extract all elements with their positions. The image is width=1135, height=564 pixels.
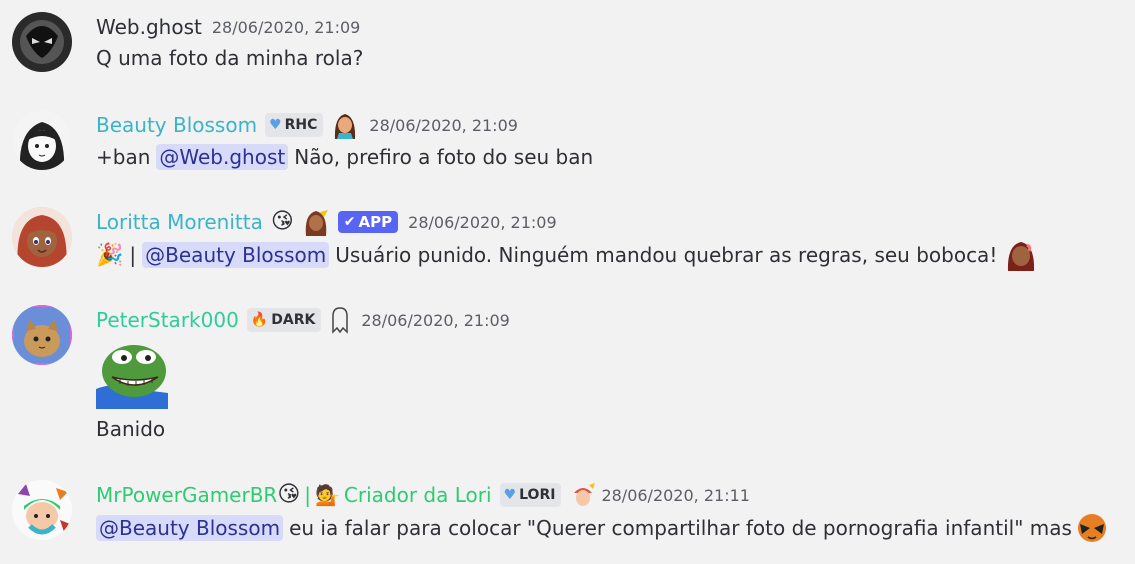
role-tag-label: LORI [519, 487, 556, 503]
message-header: Loritta Morenitta 😘 ✔ APP 28/06/2020, 21… [96, 207, 557, 237]
timestamp[interactable]: 28/06/2020, 21:09 [408, 213, 557, 232]
character-badge-icon [301, 208, 330, 236]
timestamp[interactable]: 28/06/2020, 21:09 [361, 311, 510, 330]
message-text: Usuário punido. Ninguém mandou quebrar a… [335, 243, 998, 267]
role-tag[interactable]: 🔥 DARK [246, 308, 322, 332]
message-content: Banido [96, 417, 165, 441]
timestamp[interactable]: 28/06/2020, 21:09 [212, 18, 361, 37]
separator: | [129, 243, 137, 267]
message-3: Loritta Morenitta 😘 ✔ APP 28/06/2020, 21… [0, 207, 1135, 277]
app-tag-label: APP [358, 213, 393, 231]
avatar[interactable] [12, 12, 72, 72]
message-1: Web.ghost 28/06/2020, 21:09 Q uma foto d… [0, 12, 1135, 82]
message-text: Não, prefiro a foto do seu ban [294, 145, 594, 169]
user-mention[interactable]: @Beauty Blossom [142, 242, 330, 268]
party-popper-icon: 🎉 [96, 242, 124, 268]
username[interactable]: Loritta Morenitta [96, 210, 263, 234]
alien-face-emoji-icon [1075, 512, 1108, 544]
user-title: Criador da Lori [343, 483, 492, 507]
app-tag[interactable]: ✔ APP [337, 211, 399, 233]
character-badge-icon [331, 111, 360, 139]
message-text: eu ia falar para colocar "Querer compart… [289, 516, 1072, 540]
avatar[interactable] [12, 207, 72, 267]
blue-heart-icon: ♥ [269, 117, 282, 133]
blue-heart-icon: ♥ [503, 487, 517, 503]
username[interactable]: Web.ghost [96, 15, 202, 39]
message-content: +ban @Web.ghost Não, prefiro a foto do s… [96, 144, 593, 170]
timestamp[interactable]: 28/06/2020, 21:09 [369, 116, 518, 135]
person-emoji-icon: 💁 [315, 483, 340, 507]
separator: | [304, 483, 312, 507]
checkmark-icon: ✔ [343, 214, 356, 230]
pepe-emoji-sticker[interactable] [96, 337, 168, 409]
character-badge-icon [569, 481, 598, 509]
role-tag-label: DARK [271, 312, 316, 328]
message-prefix: +ban [96, 145, 151, 169]
message-text: Q uma foto da minha rola? [96, 46, 364, 70]
avatar[interactable] [12, 110, 72, 170]
avatar[interactable] [12, 480, 72, 540]
message-header: Web.ghost 28/06/2020, 21:09 [96, 12, 360, 42]
message-5: MrPowerGamerBR 😘 | 💁 Criador da Lori ♥ L… [0, 480, 1135, 550]
user-mention[interactable]: @Web.ghost [156, 144, 289, 170]
role-tag[interactable]: ♥ RHC [265, 113, 324, 137]
message-header: MrPowerGamerBR 😘 | 💁 Criador da Lori ♥ L… [96, 480, 750, 510]
kiss-emoji-icon: 😘 [270, 209, 294, 234]
role-tag[interactable]: ♥ LORI [499, 483, 562, 507]
message-header: Beauty Blossom ♥ RHC 28/06/2020, 21:09 [96, 110, 518, 140]
message-2: Beauty Blossom ♥ RHC 28/06/2020, 21:09 +… [0, 110, 1135, 180]
timestamp[interactable]: 28/06/2020, 21:11 [601, 486, 750, 505]
kiss-emoji-icon: 😘 [277, 482, 301, 507]
fire-icon: 🔥 [250, 312, 269, 328]
message-content: 🎉 | @Beauty Blossom Usuário punido. Ning… [96, 239, 1038, 271]
character-sticker-icon [1005, 239, 1038, 271]
ghost-outline-icon [329, 306, 351, 334]
user-mention[interactable]: @Beauty Blossom [96, 515, 284, 541]
message-text: Banido [96, 417, 166, 441]
message-content: @Beauty Blossom eu ia falar para colocar… [96, 512, 1108, 544]
message-header: PeterStark000 🔥 DARK 28/06/2020, 21:09 [96, 305, 510, 335]
username[interactable]: MrPowerGamerBR [96, 483, 277, 507]
username[interactable]: PeterStark000 [96, 308, 239, 332]
avatar[interactable] [12, 305, 72, 365]
message-content: Q uma foto da minha rola? [96, 46, 363, 70]
username[interactable]: Beauty Blossom [96, 113, 257, 137]
message-4: PeterStark000 🔥 DARK 28/06/2020, 21:09 B… [0, 305, 1135, 450]
role-tag-label: RHC [284, 117, 318, 133]
